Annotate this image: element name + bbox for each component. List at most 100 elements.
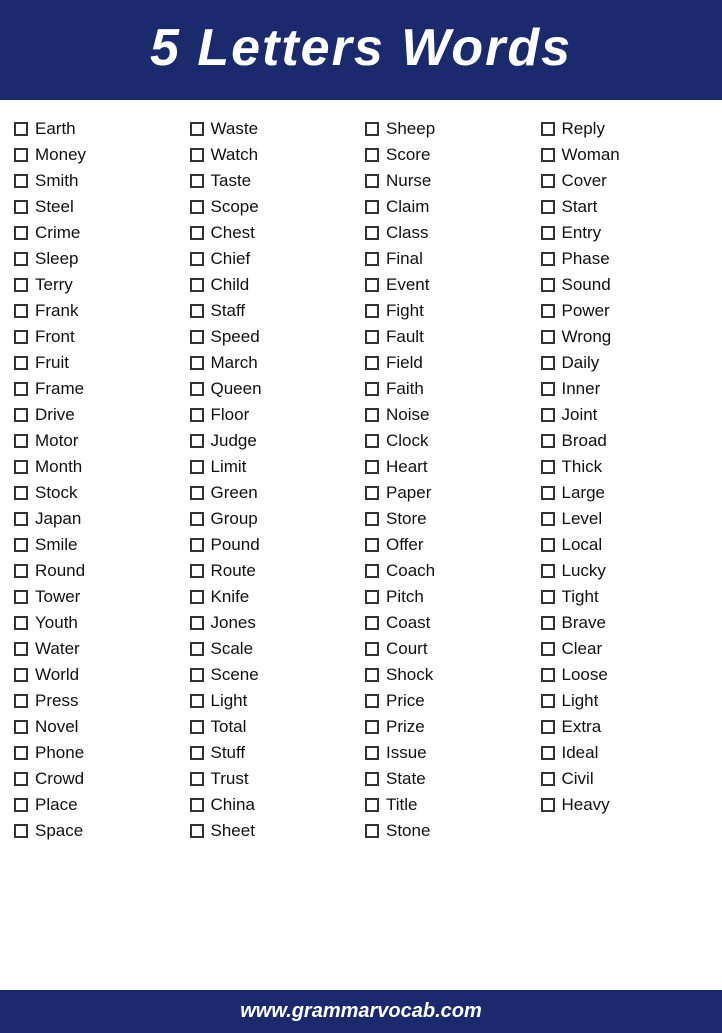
checkbox-icon[interactable] (190, 798, 204, 812)
list-item[interactable]: Terry (10, 272, 186, 298)
list-item[interactable]: Wrong (537, 324, 713, 350)
checkbox-icon[interactable] (14, 226, 28, 240)
list-item[interactable]: Water (10, 636, 186, 662)
list-item[interactable]: Scale (186, 636, 362, 662)
list-item[interactable]: Watch (186, 142, 362, 168)
list-item[interactable]: Woman (537, 142, 713, 168)
list-item[interactable]: Faith (361, 376, 537, 402)
list-item[interactable]: Court (361, 636, 537, 662)
list-item[interactable]: Press (10, 688, 186, 714)
list-item[interactable]: Chief (186, 246, 362, 272)
list-item[interactable]: Reply (537, 116, 713, 142)
checkbox-icon[interactable] (190, 538, 204, 552)
list-item[interactable]: Frame (10, 376, 186, 402)
checkbox-icon[interactable] (541, 356, 555, 370)
list-item[interactable]: Title (361, 792, 537, 818)
list-item[interactable]: Stone (361, 818, 537, 844)
checkbox-icon[interactable] (541, 642, 555, 656)
checkbox-icon[interactable] (190, 564, 204, 578)
list-item[interactable]: Heart (361, 454, 537, 480)
list-item[interactable]: Group (186, 506, 362, 532)
list-item[interactable]: Scope (186, 194, 362, 220)
list-item[interactable]: Power (537, 298, 713, 324)
list-item[interactable]: Pound (186, 532, 362, 558)
checkbox-icon[interactable] (14, 460, 28, 474)
checkbox-icon[interactable] (190, 356, 204, 370)
checkbox-icon[interactable] (14, 148, 28, 162)
checkbox-icon[interactable] (14, 122, 28, 136)
list-item[interactable]: China (186, 792, 362, 818)
checkbox-icon[interactable] (365, 824, 379, 838)
list-item[interactable]: Stock (10, 480, 186, 506)
list-item[interactable]: Final (361, 246, 537, 272)
checkbox-icon[interactable] (365, 304, 379, 318)
list-item[interactable]: Jones (186, 610, 362, 636)
list-item[interactable]: Ideal (537, 740, 713, 766)
checkbox-icon[interactable] (14, 252, 28, 266)
checkbox-icon[interactable] (14, 798, 28, 812)
checkbox-icon[interactable] (365, 564, 379, 578)
list-item[interactable]: Smile (10, 532, 186, 558)
checkbox-icon[interactable] (14, 564, 28, 578)
checkbox-icon[interactable] (365, 486, 379, 500)
list-item[interactable]: Chest (186, 220, 362, 246)
list-item[interactable]: Pitch (361, 584, 537, 610)
list-item[interactable]: Limit (186, 454, 362, 480)
list-item[interactable]: Civil (537, 766, 713, 792)
checkbox-icon[interactable] (541, 616, 555, 630)
list-item[interactable]: Daily (537, 350, 713, 376)
list-item[interactable]: Floor (186, 402, 362, 428)
list-item[interactable]: Brave (537, 610, 713, 636)
list-item[interactable]: March (186, 350, 362, 376)
list-item[interactable]: Trust (186, 766, 362, 792)
checkbox-icon[interactable] (365, 174, 379, 188)
list-item[interactable]: Broad (537, 428, 713, 454)
checkbox-icon[interactable] (365, 460, 379, 474)
checkbox-icon[interactable] (190, 486, 204, 500)
checkbox-icon[interactable] (14, 200, 28, 214)
checkbox-icon[interactable] (541, 304, 555, 318)
checkbox-icon[interactable] (14, 746, 28, 760)
list-item[interactable]: Phase (537, 246, 713, 272)
checkbox-icon[interactable] (190, 824, 204, 838)
list-item[interactable]: Tower (10, 584, 186, 610)
checkbox-icon[interactable] (365, 720, 379, 734)
checkbox-icon[interactable] (541, 382, 555, 396)
list-item[interactable]: Price (361, 688, 537, 714)
checkbox-icon[interactable] (365, 356, 379, 370)
list-item[interactable]: Sound (537, 272, 713, 298)
checkbox-icon[interactable] (365, 382, 379, 396)
checkbox-icon[interactable] (190, 408, 204, 422)
list-item[interactable]: Child (186, 272, 362, 298)
list-item[interactable]: Fault (361, 324, 537, 350)
checkbox-icon[interactable] (541, 668, 555, 682)
checkbox-icon[interactable] (190, 746, 204, 760)
list-item[interactable]: Extra (537, 714, 713, 740)
list-item[interactable]: Tight (537, 584, 713, 610)
checkbox-icon[interactable] (190, 382, 204, 396)
list-item[interactable]: Local (537, 532, 713, 558)
checkbox-icon[interactable] (14, 668, 28, 682)
checkbox-icon[interactable] (190, 512, 204, 526)
list-item[interactable]: Shock (361, 662, 537, 688)
checkbox-icon[interactable] (541, 798, 555, 812)
list-item[interactable]: Steel (10, 194, 186, 220)
checkbox-icon[interactable] (365, 148, 379, 162)
checkbox-icon[interactable] (14, 590, 28, 604)
checkbox-icon[interactable] (541, 434, 555, 448)
list-item[interactable]: Place (10, 792, 186, 818)
checkbox-icon[interactable] (14, 278, 28, 292)
checkbox-icon[interactable] (541, 694, 555, 708)
checkbox-icon[interactable] (14, 642, 28, 656)
checkbox-icon[interactable] (190, 720, 204, 734)
checkbox-icon[interactable] (14, 720, 28, 734)
checkbox-icon[interactable] (365, 798, 379, 812)
list-item[interactable]: Light (186, 688, 362, 714)
checkbox-icon[interactable] (365, 278, 379, 292)
checkbox-icon[interactable] (190, 226, 204, 240)
list-item[interactable]: Motor (10, 428, 186, 454)
list-item[interactable]: Route (186, 558, 362, 584)
checkbox-icon[interactable] (365, 642, 379, 656)
list-item[interactable]: World (10, 662, 186, 688)
list-item[interactable]: Prize (361, 714, 537, 740)
